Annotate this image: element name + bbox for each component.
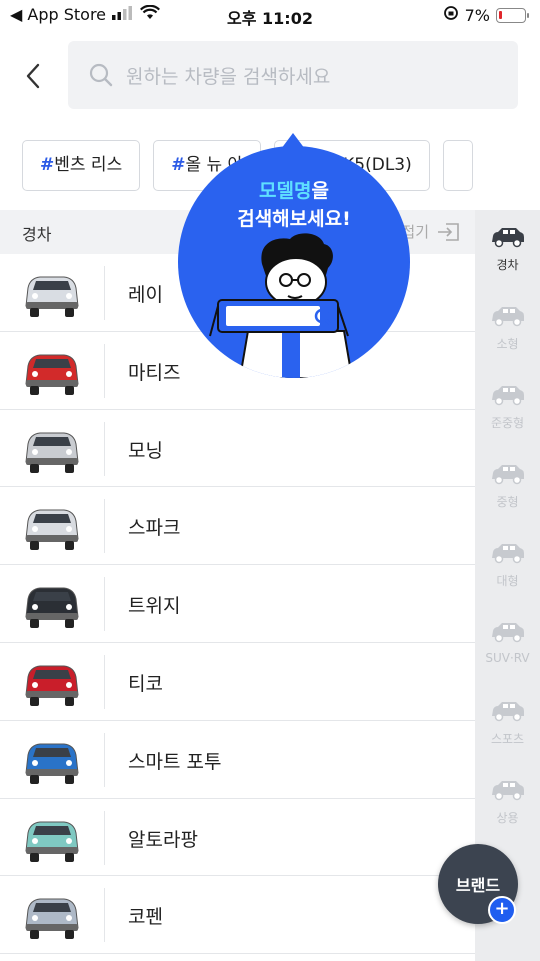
side-category-item[interactable]: 소형 <box>475 305 540 352</box>
car-thumbnail <box>25 432 79 473</box>
side-category-item[interactable]: 준중형 <box>475 384 540 431</box>
car-list-item[interactable]: 코펜 <box>0 876 475 955</box>
plus-icon[interactable]: + <box>488 896 516 924</box>
back-button[interactable] <box>18 58 48 94</box>
car-thumbnail <box>25 354 79 395</box>
tag-chip[interactable] <box>442 140 473 191</box>
orientation-lock-icon <box>443 5 459 25</box>
car-category-icon <box>491 228 524 248</box>
car-category-icon <box>491 781 524 801</box>
row-divider <box>104 421 105 476</box>
car-category-icon <box>491 386 524 406</box>
car-thumbnail <box>25 587 79 629</box>
side-category-item[interactable]: 중형 <box>475 463 540 510</box>
car-thumbnail <box>25 665 79 706</box>
row-divider <box>104 577 105 632</box>
battery-percent: 7% <box>464 5 490 25</box>
row-divider <box>104 810 105 865</box>
side-category-label: 스포츠 <box>490 732 525 746</box>
car-name: 레이 <box>128 284 163 306</box>
row-divider <box>104 888 105 943</box>
car-name: 스파크 <box>128 517 181 540</box>
car-list-item[interactable]: 스파크 <box>0 487 475 566</box>
tag-chip[interactable]: #벤츠 리스 <box>22 140 141 191</box>
search-tooltip[interactable]: 모델명을 검색해보세요! <box>178 146 410 378</box>
side-category-label: 중형 <box>496 495 519 509</box>
row-divider <box>104 732 105 787</box>
row-divider <box>104 654 105 709</box>
car-category-icon <box>491 307 524 327</box>
fold-button[interactable]: 접기 <box>401 221 459 242</box>
collapse-icon <box>438 222 459 241</box>
car-category-icon <box>491 544 524 564</box>
side-category-item[interactable]: 대형 <box>475 542 540 589</box>
car-name: 티코 <box>128 672 163 695</box>
car-thumbnail <box>25 509 79 551</box>
car-thumbnail <box>25 821 79 862</box>
side-category-label: 상용 <box>496 811 519 825</box>
category-title: 경차 <box>22 225 52 244</box>
side-category-label: 경차 <box>496 258 519 272</box>
search-placeholder: 원하는 차량을 검색하세요 <box>126 65 331 88</box>
car-name: 모닝 <box>128 439 163 462</box>
row-divider <box>104 343 105 398</box>
car-name: 알토라팡 <box>128 828 198 851</box>
car-list-item[interactable]: 트위지 <box>0 565 475 643</box>
car-name: 마티즈 <box>128 361 181 384</box>
car-category-icon <box>491 702 524 722</box>
side-category-item[interactable]: 경차 <box>475 226 540 273</box>
search-input[interactable]: 원하는 차량을 검색하세요 <box>68 41 518 109</box>
car-list-item[interactable]: 모닝 <box>0 410 475 488</box>
car-thumbnail <box>25 276 79 317</box>
battery-icon <box>496 7 529 23</box>
car-name: 트위지 <box>128 595 181 618</box>
side-category-label: 대형 <box>496 574 519 588</box>
row-divider <box>104 266 105 320</box>
car-thumbnail <box>25 743 79 784</box>
side-category-item[interactable]: SUV·RV <box>475 621 540 665</box>
car-thumbnail <box>25 898 79 940</box>
side-category-item[interactable]: 상용 <box>475 779 540 826</box>
car-category-icon <box>491 623 524 643</box>
side-category-item[interactable]: 스포츠 <box>475 700 540 747</box>
row-divider <box>104 499 105 554</box>
car-list-item[interactable]: 알토라팡 <box>0 799 475 877</box>
car-name: 스마트 포투 <box>128 750 222 773</box>
car-name: 코펜 <box>128 906 163 929</box>
chevron-left-icon <box>26 63 40 89</box>
car-list-item[interactable]: 스마트 포투 <box>0 721 475 799</box>
car-list-item[interactable]: 티코 <box>0 643 475 721</box>
status-bar: ◀ App Store 오후 11:02 7% <box>0 0 540 30</box>
mascot-illustration <box>209 233 354 378</box>
car-category-icon <box>491 465 524 485</box>
side-category-label: 소형 <box>496 337 519 351</box>
side-category-label: 준중형 <box>490 416 525 430</box>
search-icon <box>89 63 113 87</box>
side-category-label: SUV·RV <box>485 651 530 665</box>
